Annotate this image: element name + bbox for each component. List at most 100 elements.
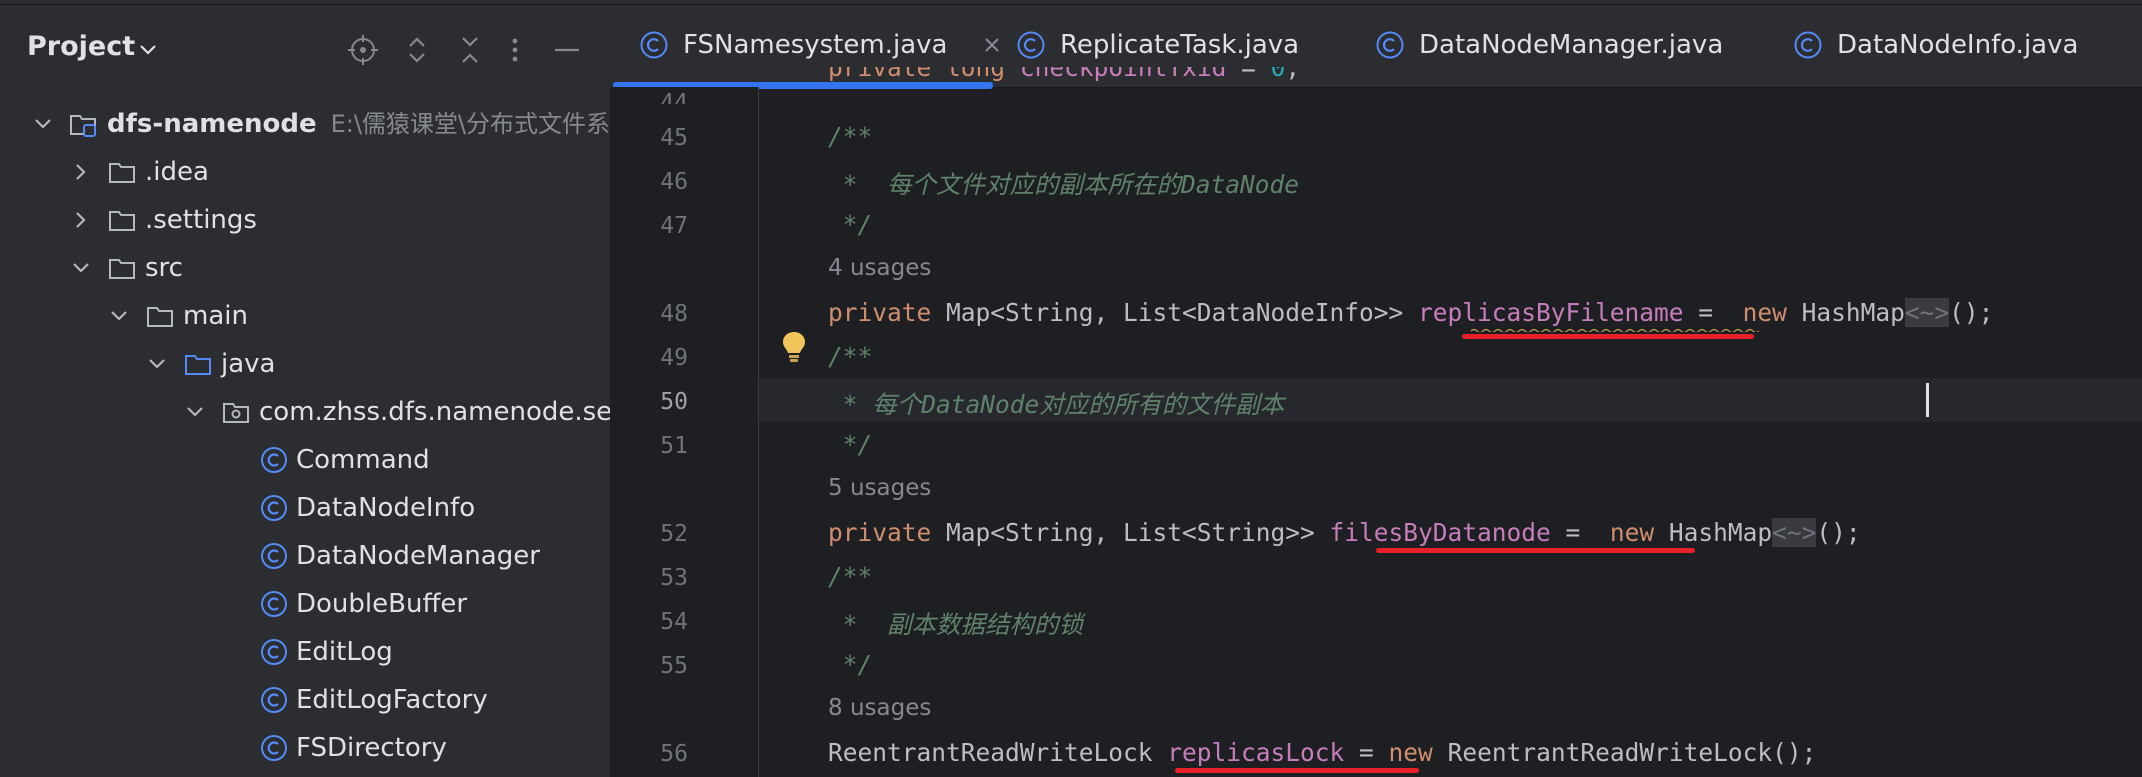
- folder-icon: [109, 163, 135, 183]
- code-line-44[interactable]: private long checkpointTxid = 0;: [828, 67, 1300, 95]
- code-line-49[interactable]: /**: [828, 342, 872, 371]
- project-panel-header: Project: [0, 5, 610, 87]
- chevron-right-icon[interactable]: [70, 161, 92, 183]
- module-folder-icon: [70, 115, 96, 137]
- line-number: 55: [660, 653, 688, 679]
- constructor-name: ReentrantReadWriteLock: [1432, 738, 1773, 767]
- class-icon: [261, 543, 287, 569]
- usages-hint[interactable]: 8 usages: [828, 695, 931, 721]
- code-line-53[interactable]: /**: [828, 562, 872, 591]
- chevron-down-icon[interactable]: [108, 305, 130, 327]
- tree-item-label: .idea: [145, 157, 209, 187]
- expand-all-icon[interactable]: [400, 33, 434, 67]
- chevron-down-icon[interactable]: [32, 113, 54, 135]
- tree-item-dfs-namenode[interactable]: dfs-namenode E:\儒猿课堂\分布式文件系统\: [0, 100, 610, 148]
- project-panel-title[interactable]: Project: [27, 31, 135, 62]
- line-number: 48: [660, 301, 688, 327]
- keyword-new: new: [1388, 738, 1433, 767]
- tree-item-idea[interactable]: .idea: [0, 148, 610, 196]
- operator-assign: =: [1226, 67, 1271, 82]
- code-line-55[interactable]: */: [828, 650, 873, 679]
- red-annotation-underline: [1175, 768, 1419, 773]
- code-line-45[interactable]: /**: [828, 122, 872, 151]
- tree-item-class[interactable]: DoubleBuffer: [0, 580, 610, 628]
- tree-item-label: Command: [296, 445, 430, 475]
- type-declaration: Map<String, List<DataNodeInfo>>: [931, 298, 1419, 327]
- constructor-name: HashMap: [1654, 518, 1773, 547]
- red-annotation-underline: [1462, 334, 1754, 339]
- class-icon: [1017, 31, 1045, 59]
- tree-item-java[interactable]: java: [0, 340, 610, 388]
- tree-item-class[interactable]: EditLogFactory: [0, 676, 610, 724]
- call-end: ();: [1949, 298, 1994, 327]
- keyword-private: private: [828, 67, 932, 82]
- tab-label: ReplicateTask.java: [1060, 30, 1300, 60]
- line-number: 49: [660, 345, 688, 371]
- chevron-right-icon[interactable]: [70, 209, 92, 231]
- tree-item-class[interactable]: Command: [0, 436, 610, 484]
- operator-assign: =: [1683, 298, 1743, 327]
- package-icon: [223, 403, 249, 423]
- tree-item-main[interactable]: main: [0, 292, 610, 340]
- line-number-gutter[interactable]: 44 45 46 47 48 49 50 51 52 53 54 55 56: [610, 87, 759, 777]
- folder-icon: [109, 259, 135, 279]
- folder-icon: [109, 211, 135, 231]
- tree-item-class[interactable]: EditLog: [0, 628, 610, 676]
- chevron-down-icon[interactable]: [70, 257, 92, 279]
- line-number: 44: [660, 90, 688, 104]
- tab-label: FSNamesystem.java: [683, 30, 948, 60]
- code-line-51[interactable]: */: [828, 430, 873, 459]
- close-icon[interactable]: [978, 31, 1006, 59]
- tree-item-src[interactable]: src: [0, 244, 610, 292]
- tree-item-class[interactable]: DataNodeInfo: [0, 484, 610, 532]
- diamond-operator: <~>: [1904, 298, 1950, 327]
- tree-item-label: .settings: [145, 205, 257, 235]
- tree-item-label: FSDirectory: [296, 733, 447, 763]
- type-name: ReentrantReadWriteLock: [828, 738, 1168, 767]
- chevron-down-icon[interactable]: [136, 41, 160, 59]
- code-line-50[interactable]: * 每个DataNode对应的所有的文件副本: [828, 386, 1285, 421]
- tree-item-class[interactable]: FSDirectory: [0, 724, 610, 772]
- hide-panel-icon[interactable]: [550, 33, 584, 67]
- tree-item-settings[interactable]: .settings: [0, 196, 610, 244]
- red-annotation-underline: [1376, 548, 1695, 553]
- class-icon: [261, 687, 287, 713]
- line-number: 54: [660, 609, 688, 635]
- field-replicasbyfilename: replicasByFilename: [1418, 298, 1684, 327]
- code-line-54[interactable]: * 副本数据结构的锁: [828, 606, 1083, 641]
- call-end: ();: [1772, 738, 1817, 767]
- lightbulb-icon[interactable]: [780, 330, 808, 364]
- locate-icon[interactable]: [346, 33, 380, 67]
- tree-item-class[interactable]: DataNodeManager: [0, 532, 610, 580]
- warning-squiggle: [1471, 328, 1759, 332]
- chevron-down-icon[interactable]: [146, 353, 168, 375]
- tree-item-label: com.zhss.dfs.namenode.server: [259, 397, 610, 427]
- tree-item-package[interactable]: com.zhss.dfs.namenode.server: [0, 388, 610, 436]
- line-number: 51: [660, 433, 688, 459]
- text-caret: [1926, 383, 1929, 417]
- code-line-48[interactable]: private Map<String, List<DataNodeInfo>> …: [828, 298, 1993, 327]
- field-replicaslock: replicasLock: [1167, 738, 1345, 767]
- type-declaration: Map<String, List<String>>: [931, 518, 1330, 547]
- usages-hint[interactable]: 5 usages: [828, 475, 931, 501]
- code-line-46[interactable]: * 每个文件对应的副本所在的DataNode: [828, 166, 1299, 201]
- code-line-52[interactable]: private Map<String, List<String>> filesB…: [828, 518, 1861, 547]
- keyword-private: private: [828, 518, 932, 547]
- tree-item-label: DataNodeInfo: [296, 493, 476, 523]
- keyword-long: long: [946, 67, 1006, 82]
- tree-item-label: EditLog: [296, 637, 393, 667]
- class-icon: [261, 447, 287, 473]
- usages-hint[interactable]: 4 usages: [828, 255, 931, 281]
- chevron-down-icon[interactable]: [184, 401, 206, 423]
- tree-item-label: DataNodeManager: [296, 541, 540, 571]
- keyword-new: new: [1742, 298, 1787, 327]
- code-line-56[interactable]: ReentrantReadWriteLock replicasLock = ne…: [828, 738, 1816, 767]
- number-literal: 0: [1270, 67, 1286, 82]
- field-checkpointtxid: checkpointTxid: [1019, 67, 1227, 82]
- class-icon: [261, 495, 287, 521]
- collapse-all-icon[interactable]: [453, 33, 487, 67]
- options-menu-icon[interactable]: [498, 33, 532, 67]
- code-line-47[interactable]: */: [828, 210, 873, 239]
- diamond-operator: <~>: [1772, 518, 1817, 547]
- code-editor: FSNamesystem.java ReplicateTask.java Dat…: [610, 5, 2142, 777]
